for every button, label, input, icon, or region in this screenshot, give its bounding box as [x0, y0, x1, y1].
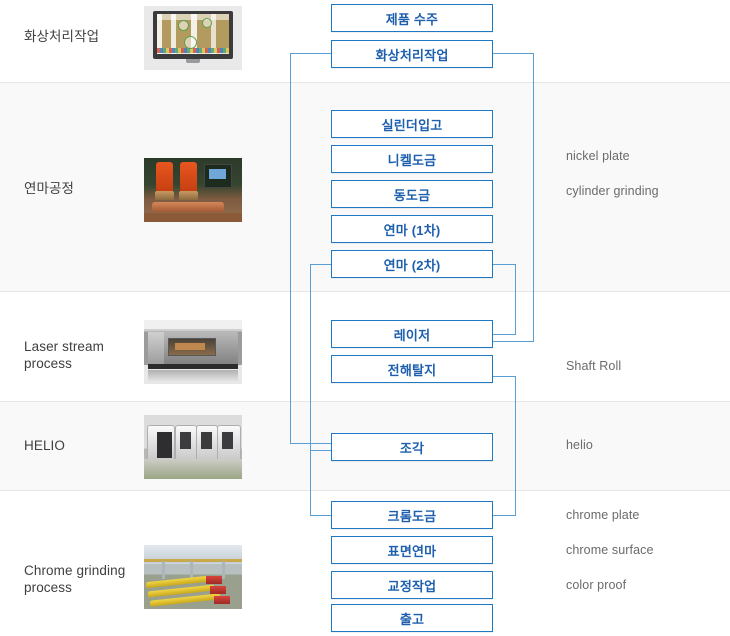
note-color-proof: color proof [566, 578, 627, 592]
process-box-surface-polishing[interactable]: 표면연마 [331, 536, 493, 564]
row-label-chrome-grinding-line1: Chrome grinding [24, 563, 126, 578]
thumbnail-polishing-machine [144, 158, 242, 222]
connector-h-chromeplate-in [310, 515, 332, 517]
process-box-polishing-1st[interactable]: 연마 (1차) [331, 215, 493, 243]
row-label-laser-stream-line2: process [24, 356, 72, 371]
process-box-laser[interactable]: 레이저 [331, 320, 493, 348]
process-flow-diagram: 화상처리작업 연마공정 Laser stream process HELIO C… [0, 0, 730, 636]
connector-h-polish2-right [492, 264, 516, 266]
connector-v-trunk-left-b [310, 264, 312, 516]
note-cylinder-grinding: cylinder grinding [566, 184, 659, 198]
connector-h-polish2-left [310, 264, 332, 266]
connector-h-engrave-in-b [310, 450, 332, 452]
thumbnail-laser-machine [144, 320, 242, 384]
note-nickel-plate: nickel plate [566, 149, 630, 163]
row-label-chrome-grinding-line2: process [24, 580, 72, 595]
process-box-cylinder-inbound[interactable]: 실린더입고 [331, 110, 493, 138]
note-chrome-surface: chrome surface [566, 543, 654, 557]
process-box-copper-plating[interactable]: 동도금 [331, 180, 493, 208]
connector-h-chromeplate-in-right [492, 515, 516, 517]
thumbnail-helio-machines [144, 415, 242, 479]
process-box-chrome-plating[interactable]: 크롬도금 [331, 501, 493, 529]
note-shaft-roll: Shaft Roll [566, 359, 622, 373]
process-box-electrolytic-degreasing[interactable]: 전해탈지 [331, 355, 493, 383]
connector-v-trunk-right-a [533, 53, 535, 342]
process-box-engraving[interactable]: 조각 [331, 433, 493, 461]
connector-h-laser-in-b [492, 334, 516, 336]
connector-v-trunk-right-b [515, 264, 517, 335]
thumbnail-chrome-conveyor [144, 545, 242, 609]
connector-h-imageproc-right [492, 53, 534, 55]
connector-h-laser-in-a [492, 341, 534, 343]
process-box-correction[interactable]: 교정작업 [331, 571, 493, 599]
process-box-image-processing[interactable]: 화상처리작업 [331, 40, 493, 68]
process-box-order-receipt[interactable]: 제품 수주 [331, 4, 493, 32]
connector-v-trunk-right-c [515, 376, 517, 516]
thumbnail-image-processing [144, 6, 242, 70]
row-label-laser-stream-line1: Laser stream [24, 339, 104, 354]
process-box-shipment[interactable]: 출고 [331, 604, 493, 632]
process-box-polishing-2nd[interactable]: 연마 (2차) [331, 250, 493, 278]
row-label-laser-stream: Laser stream process [24, 338, 144, 372]
process-box-nickel-plating[interactable]: 니켈도금 [331, 145, 493, 173]
note-chrome-plate: chrome plate [566, 508, 640, 522]
row-label-image-processing: 화상처리작업 [24, 29, 100, 44]
note-helio: helio [566, 438, 593, 452]
connector-v-trunk-left-a [290, 53, 292, 444]
row-label-helio: HELIO [24, 438, 66, 453]
connector-h-degrease-right [492, 376, 516, 378]
row-label-chrome-grinding: Chrome grinding process [24, 562, 144, 596]
row-label-polishing: 연마공정 [24, 181, 75, 196]
connector-h-imageproc-left [290, 53, 332, 55]
